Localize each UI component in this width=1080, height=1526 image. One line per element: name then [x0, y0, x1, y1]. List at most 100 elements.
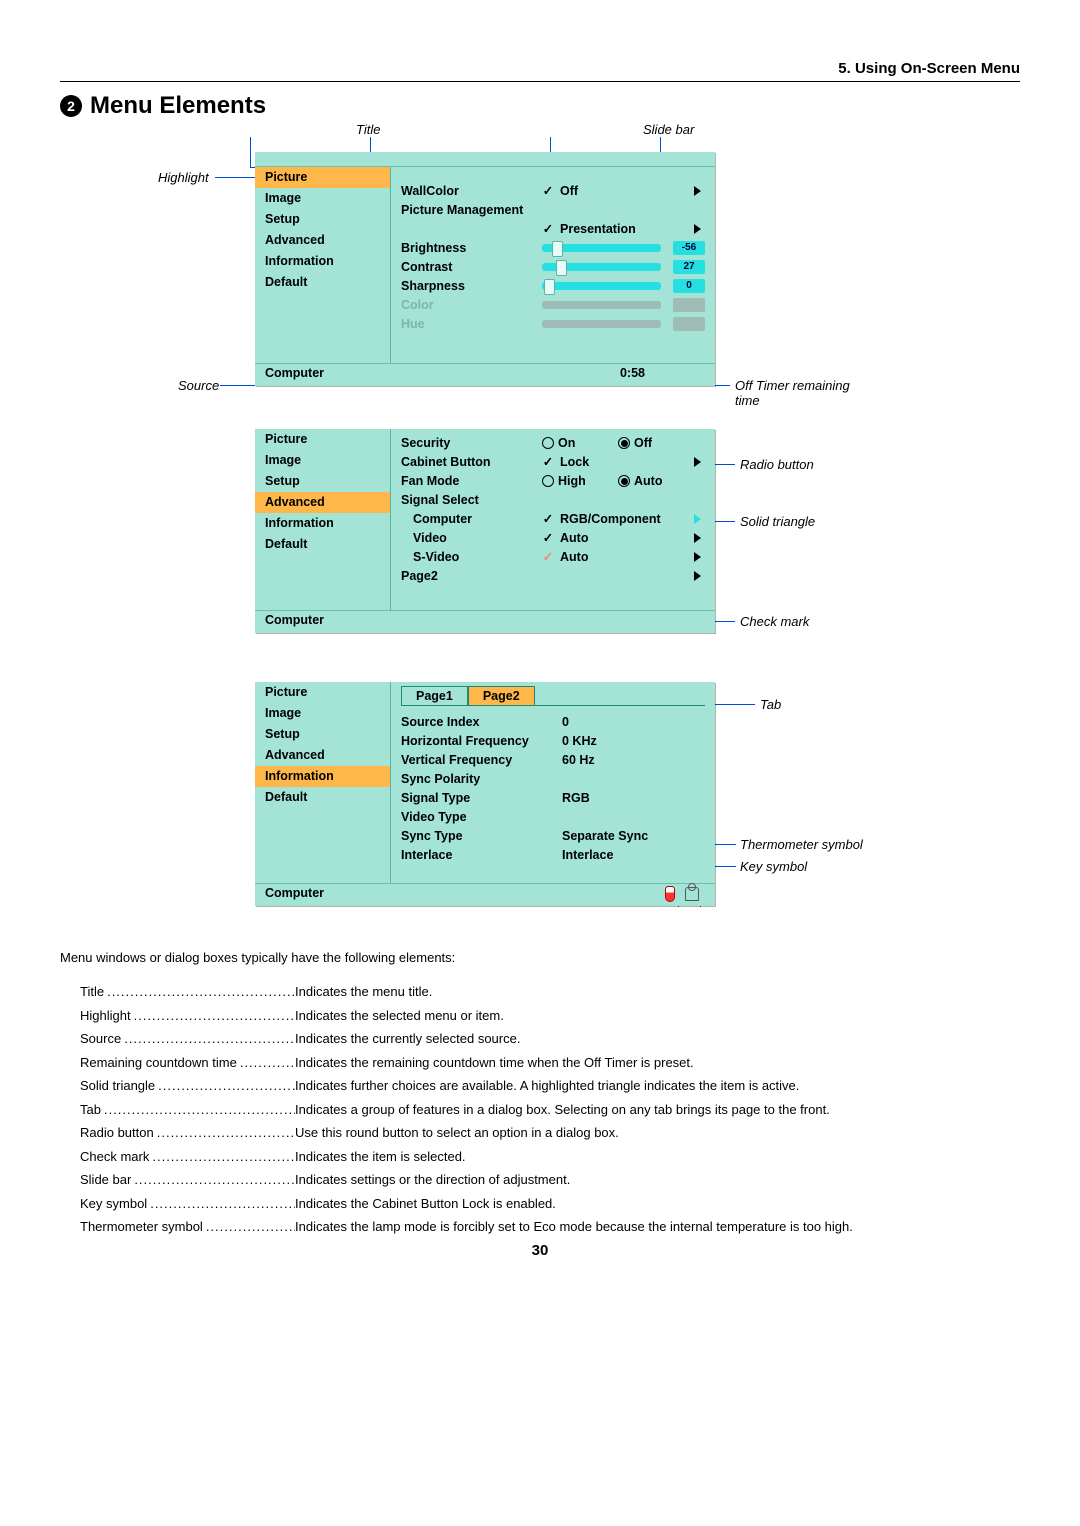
info-value: 60 Hz — [562, 753, 705, 767]
info-value: 0 KHz — [562, 734, 705, 748]
cabinet-value: Lock — [560, 455, 688, 469]
description-definition: Indicates the currently selected source. — [295, 1030, 1020, 1048]
info-value: 0 — [562, 715, 705, 729]
menu-picture[interactable]: Picture — [255, 682, 390, 703]
info-value: Separate Sync — [562, 829, 705, 843]
row-fan[interactable]: Fan Mode High Auto — [401, 471, 705, 490]
callout-highlight: Highlight — [158, 170, 209, 185]
row-sharpness[interactable]: Sharpness 0 — [401, 276, 705, 295]
info-label: Signal Type — [401, 791, 556, 805]
menu-image[interactable]: Image — [255, 450, 390, 471]
contrast-label: Contrast — [401, 260, 536, 274]
signal-computer-value: RGB/Component — [560, 512, 688, 526]
bullet-number: 2 — [60, 95, 82, 117]
row-picmgmt-label: Picture Management — [401, 200, 705, 219]
thermometer-icon — [665, 886, 675, 902]
description-list: Title Indicates the menu title.Highlight… — [80, 983, 1020, 1236]
triangle-icon[interactable] — [694, 552, 701, 562]
check-icon: ✓ — [542, 221, 554, 236]
menu-setup[interactable]: Setup — [255, 209, 390, 230]
row-cabinet[interactable]: Cabinet Button ✓ Lock — [401, 452, 705, 471]
radio-on[interactable] — [542, 437, 554, 449]
fan-label: Fan Mode — [401, 474, 536, 488]
callout-thermo: Thermometer symbol — [740, 837, 863, 852]
picmgmt-label: Picture Management — [401, 203, 536, 217]
row-picmgmt-value[interactable]: ✓ Presentation — [401, 219, 705, 238]
radio-off[interactable] — [618, 437, 630, 449]
signal-computer-label: Computer — [401, 512, 536, 526]
page2-label: Page2 — [401, 569, 536, 583]
menu-panel-information: Picture Image Setup Advanced Information… — [255, 682, 715, 906]
info-label: Sync Polarity — [401, 772, 556, 786]
info-row: Sync TypeSeparate Sync — [401, 826, 705, 845]
row-contrast[interactable]: Contrast 27 — [401, 257, 705, 276]
triangle-icon[interactable] — [694, 186, 701, 196]
menu-default[interactable]: Default — [255, 534, 390, 555]
description-row: Radio button Use this round button to se… — [80, 1124, 1020, 1142]
left-menu-3[interactable]: Picture Image Setup Advanced Information… — [255, 682, 391, 883]
description-definition: Indicates the remaining countdown time w… — [295, 1054, 1020, 1072]
tab-set[interactable]: Page1 Page2 — [401, 686, 705, 705]
tab-page2[interactable]: Page2 — [468, 686, 535, 705]
brightness-slider[interactable] — [542, 244, 661, 252]
description-term: Radio button — [80, 1124, 295, 1142]
signal-video-label: Video — [401, 531, 536, 545]
section-header: 5. Using On-Screen Menu — [60, 60, 1020, 81]
row-wallcolor[interactable]: WallColor ✓ Off — [401, 181, 705, 200]
row-video[interactable]: Video ✓ Auto — [401, 528, 705, 547]
menu-information[interactable]: Information — [255, 513, 390, 534]
menu-picture[interactable]: Picture — [255, 429, 390, 450]
menu-image[interactable]: Image — [255, 188, 390, 209]
check-icon: ✓ — [542, 454, 554, 469]
description-definition: Indicates the selected menu or item. — [295, 1007, 1020, 1025]
triangle-icon[interactable] — [694, 224, 701, 234]
contrast-value: 27 — [673, 260, 705, 274]
left-menu-2[interactable]: Picture Image Setup Advanced Information… — [255, 429, 391, 610]
left-menu[interactable]: Picture Image Setup Advanced Information… — [255, 167, 391, 363]
menu-setup[interactable]: Setup — [255, 724, 390, 745]
menu-information[interactable]: Information — [255, 251, 390, 272]
wallcolor-label: WallColor — [401, 184, 536, 198]
menu-image[interactable]: Image — [255, 703, 390, 724]
contrast-slider[interactable] — [542, 263, 661, 271]
menu-information[interactable]: Information — [255, 766, 390, 787]
row-svideo[interactable]: S-Video ✓ Auto — [401, 547, 705, 566]
menu-picture[interactable]: Picture — [255, 167, 390, 188]
row-security[interactable]: Security On Off — [401, 433, 705, 452]
hue-slider — [542, 320, 661, 328]
menu-advanced[interactable]: Advanced — [255, 492, 390, 513]
menu-panel-advanced: Picture Image Setup Advanced Information… — [255, 429, 715, 633]
callout-check: Check mark — [740, 614, 809, 629]
info-value: RGB — [562, 791, 705, 805]
menu-setup[interactable]: Setup — [255, 471, 390, 492]
radio-high[interactable] — [542, 475, 554, 487]
triangle-icon[interactable] — [694, 457, 701, 467]
menu-default[interactable]: Default — [255, 787, 390, 808]
row-page2[interactable]: Page2 — [401, 566, 705, 585]
callout-offtimer: Off Timer remaining time — [735, 378, 875, 408]
tab-page1[interactable]: Page1 — [401, 686, 468, 705]
header-rule — [60, 81, 1020, 82]
radio-auto[interactable] — [618, 475, 630, 487]
page-title-row: 2 Menu Elements — [60, 92, 1020, 120]
description-row: Source Indicates the currently selected … — [80, 1030, 1020, 1048]
triangle-icon[interactable] — [694, 571, 701, 581]
sharpness-label: Sharpness — [401, 279, 536, 293]
page-title: Menu Elements — [90, 92, 266, 120]
description-definition: Indicates settings or the direction of a… — [295, 1171, 1020, 1189]
menu-advanced[interactable]: Advanced — [255, 230, 390, 251]
wallcolor-value: Off — [560, 184, 688, 198]
triangle-icon[interactable] — [694, 533, 701, 543]
row-computer[interactable]: Computer ✓ RGB/Component — [401, 509, 705, 528]
triangle-icon[interactable] — [694, 514, 701, 524]
brightness-value: -56 — [673, 241, 705, 255]
menu-advanced[interactable]: Advanced — [255, 745, 390, 766]
info-row: Sync Polarity — [401, 769, 705, 788]
row-brightness[interactable]: Brightness -56 — [401, 238, 705, 257]
key-icon — [685, 887, 699, 901]
advanced-settings: Security On Off Cabinet Button ✓ Lock Fa… — [391, 429, 715, 610]
sharpness-slider[interactable] — [542, 282, 661, 290]
hue-value — [673, 317, 705, 331]
info-label: Source Index — [401, 715, 556, 729]
menu-default[interactable]: Default — [255, 272, 390, 293]
